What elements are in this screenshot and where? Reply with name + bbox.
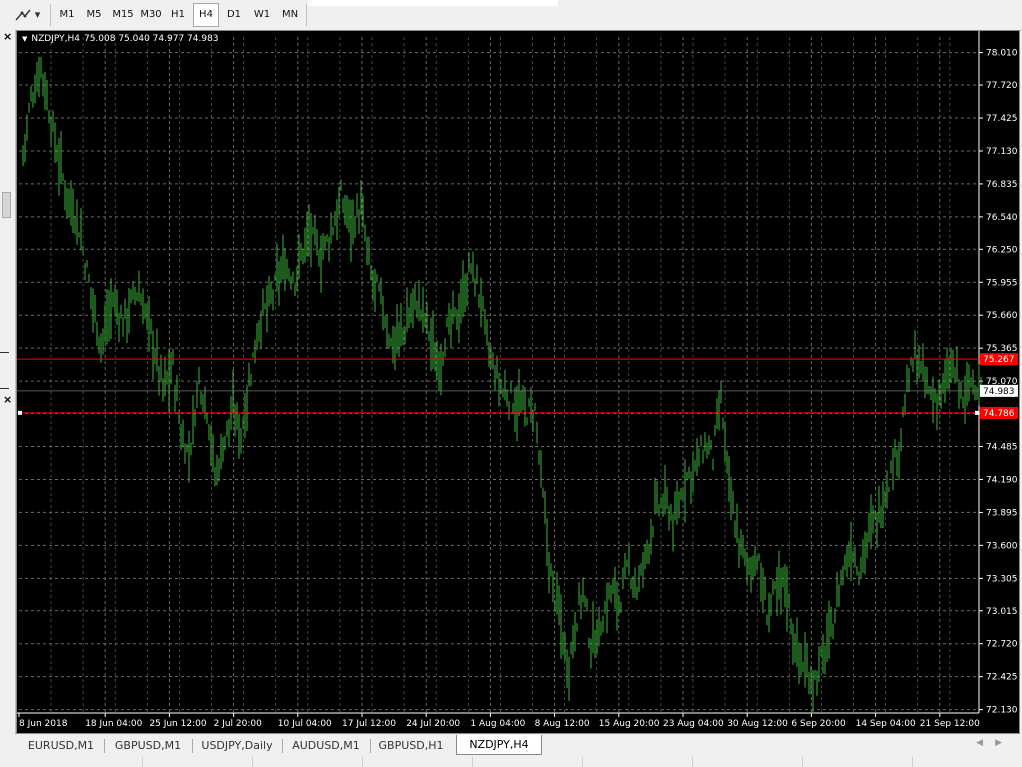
price-tick-label: 73.305 [986,574,1018,584]
time-tick-label: 8 Aug 12:00 [535,719,590,729]
time-tick-label: 8 Jun 2018 [19,719,68,729]
price-tick-label: 75.365 [986,344,1018,354]
price-tick-label: 76.540 [986,213,1018,223]
tab-separator [282,739,283,753]
line-studies-glyph-icon [15,9,31,20]
level-price-label: 74.786 [983,409,1015,419]
toolbar-separator [50,4,51,26]
timeframe-toolbar: ▾ M1 M5 M15 M30 H1 H4 D1 W1 MN [0,0,1022,31]
time-tick-label: 10 Jul 04:00 [278,719,332,729]
chart-ohlc: 75.008 75.040 74.977 74.983 [83,34,219,44]
timeframe-m30[interactable]: M30 [138,4,164,25]
toolbar-strip [308,0,558,6]
time-tick-label: 17 Jul 12:00 [342,719,396,729]
price-tick-label: 74.190 [986,475,1018,485]
price-tick-label: 72.720 [986,640,1018,650]
tab-gbpusd-m1[interactable]: GBPUSD,M1 [108,737,188,754]
chart-header: ▼ NZDJPY,H4 75.008 75.040 74.977 74.983 [22,34,219,44]
time-tick-label: 18 Jun 04:00 [85,719,142,729]
tab-nzdjpy-h4[interactable]: NZDJPY,H4 [456,735,542,755]
time-tick-label: 30 Aug 12:00 [727,719,788,729]
panel-scroll-handle[interactable] [2,192,11,218]
price-tick-label: 74.485 [986,443,1018,453]
chart-canvas[interactable]: 78.010 77.720 77.425 77.130 76.835 76.540 76.2… [17,31,1021,735]
time-tick-label: 1 Aug 04:00 [470,719,525,729]
tab-scroll-arrows[interactable]: ◀▶ [976,738,1014,748]
level-price-label: 75.267 [983,355,1015,365]
timeframe-h1[interactable]: H1 [167,4,189,25]
price-bars [22,56,982,714]
timeframe-h4[interactable]: H4 [193,3,219,27]
time-tick-label: 21 Sep 12:00 [920,719,980,729]
left-panel: × × [0,30,16,735]
dropdown-arrow-icon[interactable]: ▾ [35,8,41,21]
price-chart[interactable]: 78.010 77.720 77.425 77.130 76.835 76.540 76.2… [16,30,1020,734]
time-tick-label: 14 Sep 04:00 [856,719,916,729]
price-tick-label: 72.130 [986,706,1018,716]
time-tick-label: 23 Aug 04:00 [663,719,724,729]
panel-divider [0,352,9,353]
timeframe-m1[interactable]: M1 [56,4,78,25]
timeframe-w1[interactable]: W1 [250,4,274,25]
time-tick-label: 2 Jul 20:00 [214,719,263,729]
toolbar-separator [306,4,307,26]
time-tick-label: 6 Sep 20:00 [791,719,846,729]
tab-eurusd-m1[interactable]: EURUSD,M1 [22,737,100,754]
price-tick-label: 77.720 [986,81,1018,91]
chart-symbol: NZDJPY,H4 [31,34,80,44]
timeframe-d1[interactable]: D1 [222,4,246,25]
timeframe-m5[interactable]: M5 [82,4,106,25]
price-tick-label: 77.130 [986,147,1018,157]
tab-gbpusd-h1[interactable]: GBPUSD,H1 [374,737,448,754]
level-handle[interactable] [18,410,22,415]
price-tick-label: 72.425 [986,673,1018,683]
time-tick-label: 24 Jul 20:00 [406,719,460,729]
price-tick-label: 73.895 [986,508,1018,518]
timeframe-m15[interactable]: M15 [110,4,136,25]
tab-audusd-m1[interactable]: AUDUSD,M1 [286,737,366,754]
status-strip [0,757,1022,767]
price-tick-label: 75.660 [986,311,1018,321]
price-tick-label: 76.250 [986,245,1018,255]
price-tick-label: 73.015 [986,607,1018,617]
tab-usdjpy-daily[interactable]: USDJPY,Daily [196,737,278,754]
tab-separator [370,739,371,753]
price-tick-label: 77.425 [986,114,1018,124]
level-handle[interactable] [975,410,979,415]
collapse-triangle-icon[interactable]: ▼ [22,35,27,43]
current-price-label: 74.983 [983,387,1015,397]
tab-separator [192,739,193,753]
time-tick-label: 15 Aug 20:00 [599,719,660,729]
time-tick-label: 25 Jun 12:00 [149,719,206,729]
price-tick-label: 78.010 [986,49,1018,59]
timeframe-mn[interactable]: MN [278,4,302,25]
price-tick-label: 76.835 [986,180,1018,190]
chart-tabs: EURUSD,M1 GBPUSD,M1 USDJPY,Daily AUDUSD,M1 G… [0,735,1022,767]
line-studies-icon[interactable]: ▾ [11,4,44,25]
panel-divider [0,388,9,389]
price-tick-label: 73.600 [986,541,1018,551]
close-icon[interactable]: × [3,393,12,406]
close-icon[interactable]: × [3,30,12,43]
tab-separator [104,739,105,753]
price-tick-label: 75.955 [986,278,1018,288]
